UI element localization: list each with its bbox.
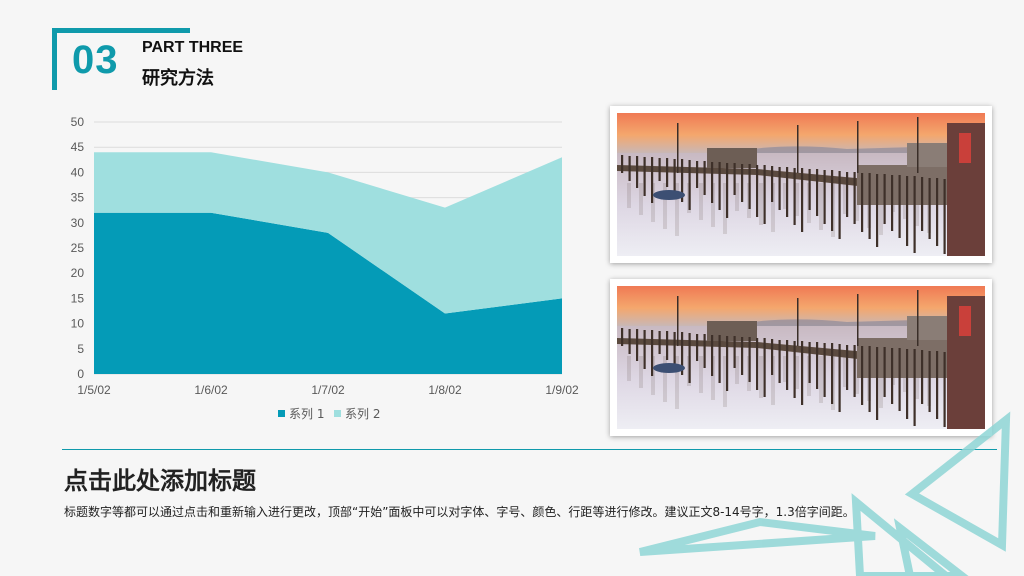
y-tick-label: 10 <box>71 317 85 331</box>
y-tick-label: 20 <box>71 266 85 280</box>
y-tick-label: 35 <box>71 191 85 205</box>
y-tick-label: 30 <box>71 216 85 230</box>
x-tick-label: 1/5/02 <box>77 383 111 397</box>
y-tick-label: 45 <box>71 140 85 154</box>
area-chart[interactable]: 0 5 10 15 20 25 30 35 40 45 50 1/5/02 1/6/02 1/7/02 1/… <box>0 0 600 440</box>
x-tick-label: 1/9/02 <box>545 383 579 397</box>
photo-frame-top[interactable] <box>610 106 992 263</box>
legend-entry: 系列 1 <box>289 407 324 421</box>
y-tick-label: 50 <box>71 115 85 129</box>
content-body[interactable]: 标题数字等都可以通过点击和重新输入进行更改，顶部“开始”面板中可以对字体、字号、… <box>64 503 855 520</box>
y-tick-label: 15 <box>71 291 85 305</box>
x-tick-label: 1/6/02 <box>194 383 228 397</box>
pier-photo-bottom <box>617 286 985 429</box>
y-tick-label: 0 <box>77 367 84 381</box>
y-tick-label: 25 <box>71 241 85 255</box>
pier-photo-top <box>617 113 985 256</box>
legend-swatch <box>278 410 285 417</box>
x-tick-label: 1/7/02 <box>311 383 345 397</box>
section-divider <box>62 449 997 450</box>
y-tick-label: 40 <box>71 165 85 179</box>
photo-frame-bottom[interactable] <box>610 279 992 436</box>
content-headline[interactable]: 点击此处添加标题 <box>64 461 256 496</box>
y-tick-label: 5 <box>77 342 84 356</box>
legend-swatch <box>334 410 341 417</box>
x-tick-label: 1/8/02 <box>428 383 462 397</box>
legend-entry: 系列 2 <box>345 407 380 421</box>
